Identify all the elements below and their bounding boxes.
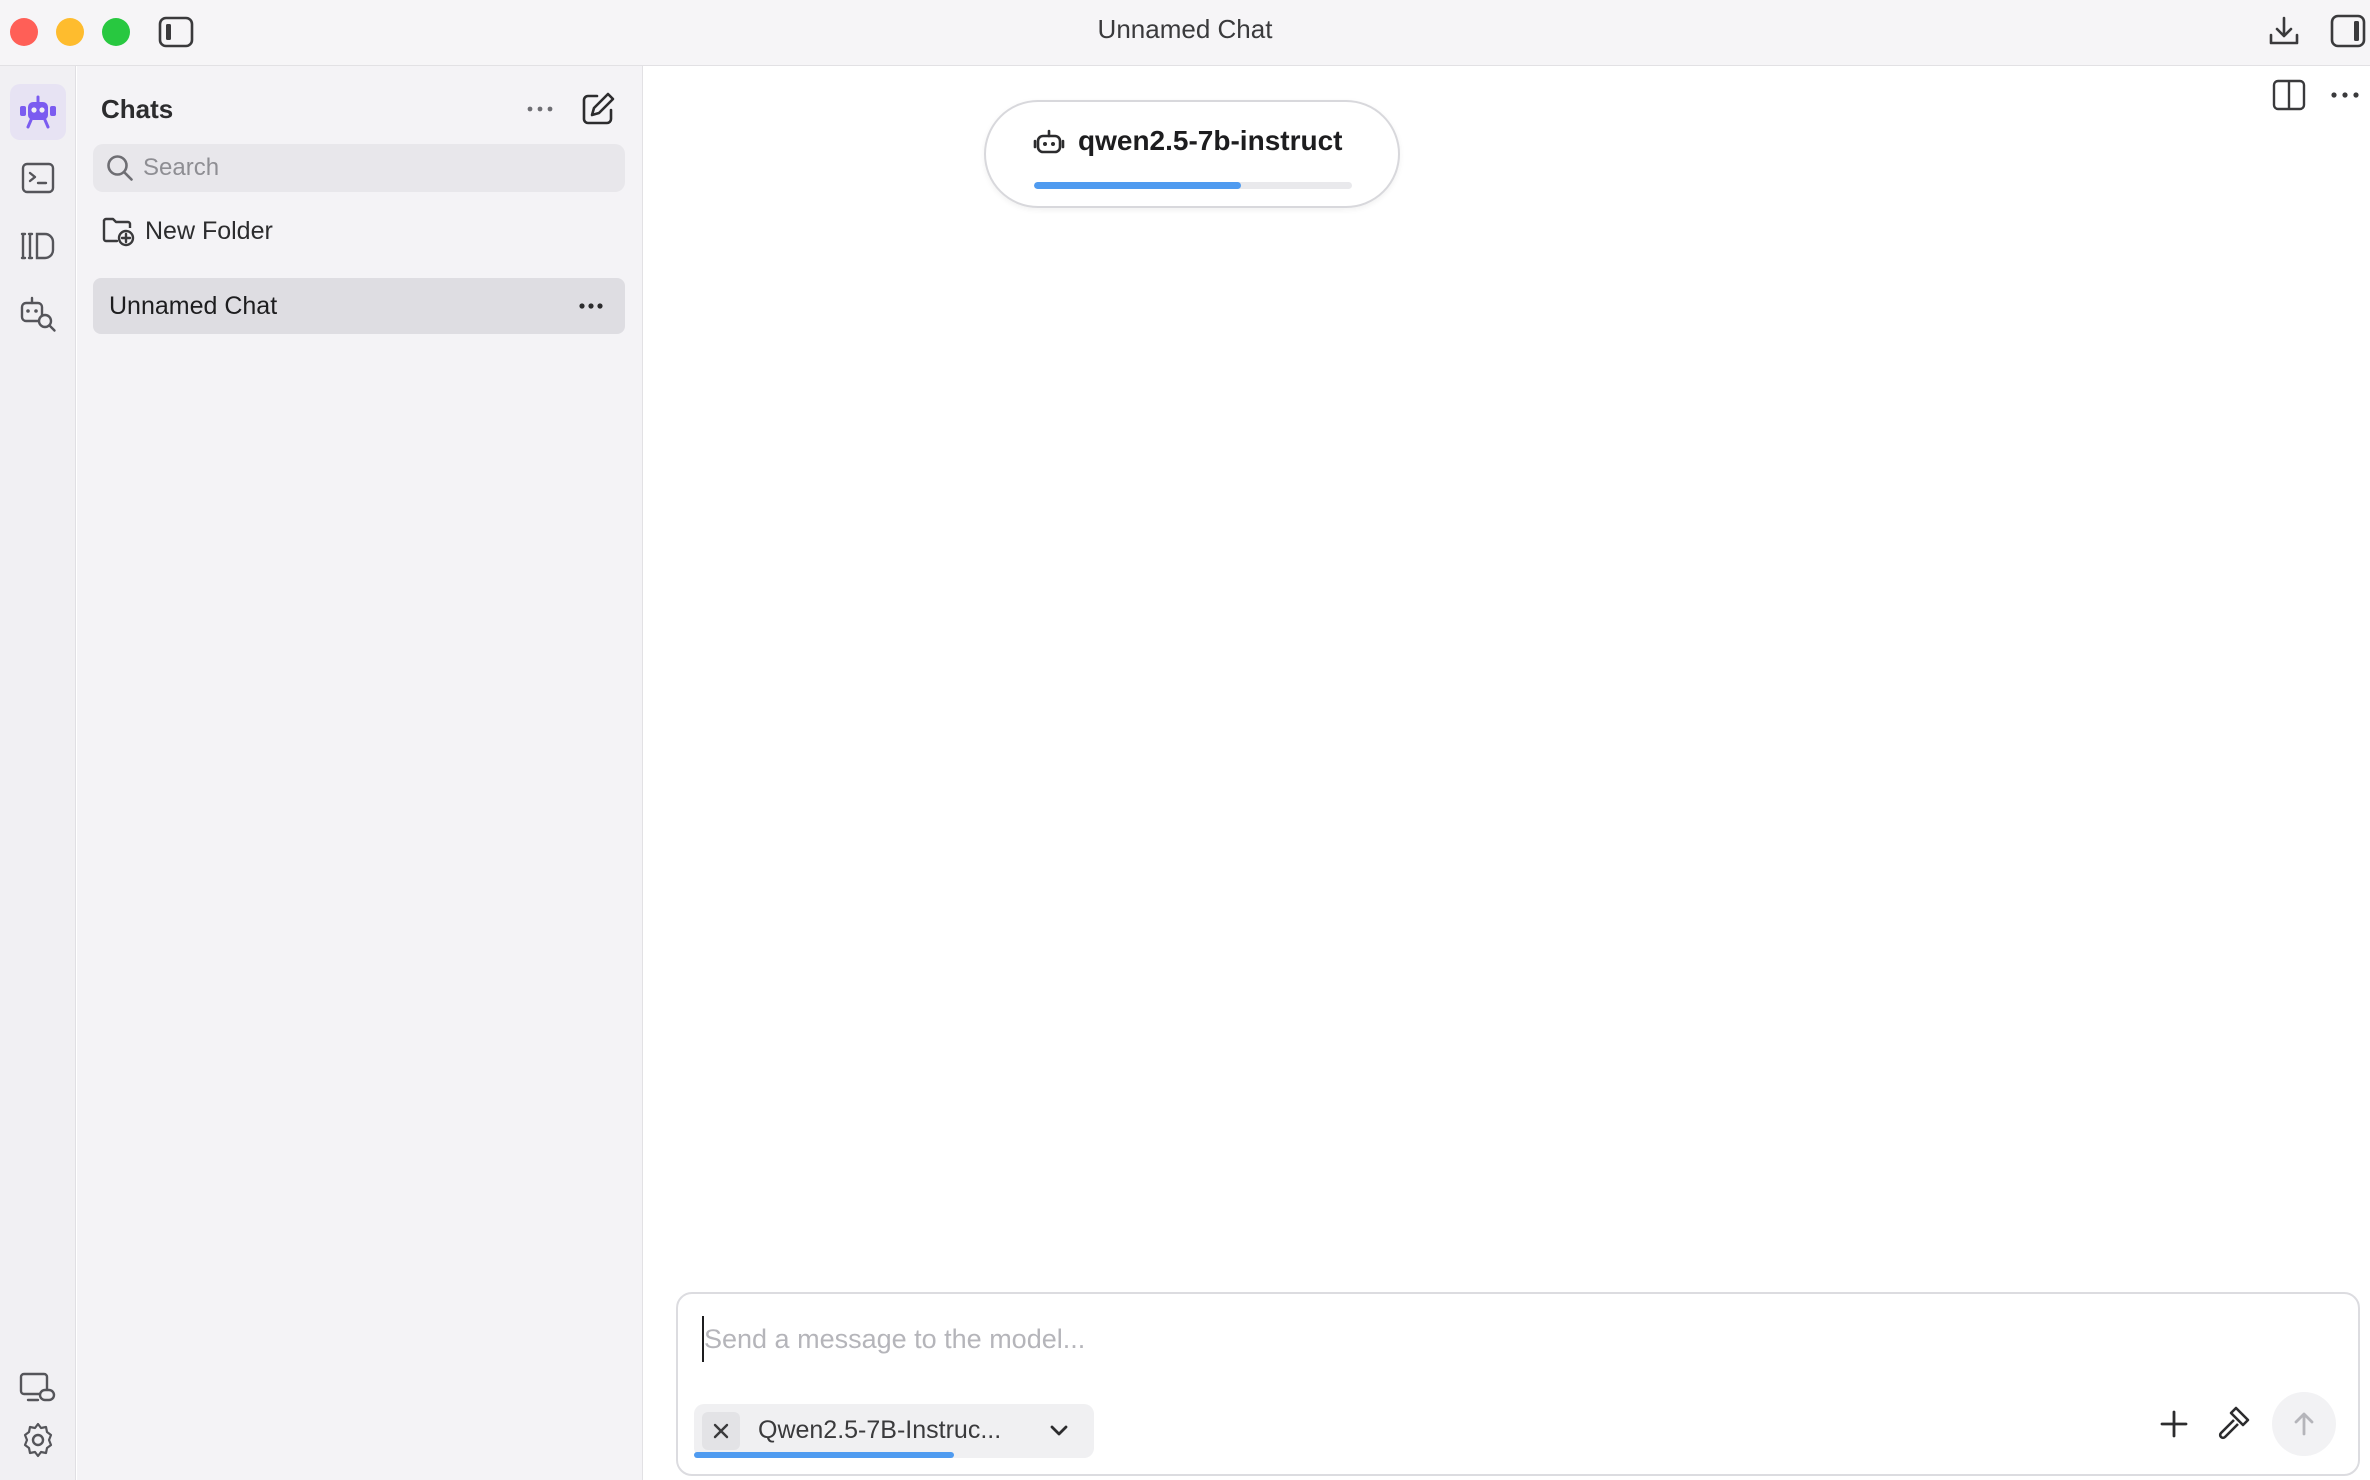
ellipsis-icon <box>579 303 603 309</box>
sidebar-more-button[interactable] <box>520 92 560 126</box>
new-chat-button[interactable] <box>579 90 617 128</box>
plus-icon <box>2154 1404 2194 1444</box>
search-icon <box>105 153 135 183</box>
attach-button[interactable] <box>2154 1404 2194 1444</box>
search-box <box>93 144 625 192</box>
split-view-icon <box>2270 76 2308 114</box>
loaded-model-pill[interactable]: qwen2.5-7b-instruct <box>984 100 1400 208</box>
compose-icon <box>579 90 617 128</box>
rail-item-developer[interactable] <box>10 150 66 206</box>
download-icon[interactable] <box>2266 13 2302 49</box>
model-chip-progress <box>694 1452 1094 1458</box>
close-icon <box>712 1422 730 1440</box>
gear-icon <box>19 1421 57 1459</box>
model-search-icon <box>18 295 58 333</box>
eject-model-button[interactable] <box>702 1412 740 1450</box>
ellipsis-icon <box>527 106 553 112</box>
robot-icon <box>1032 126 1066 160</box>
model-loading-progress <box>1034 182 1352 189</box>
send-button[interactable] <box>2272 1392 2336 1456</box>
new-folder-button[interactable]: New Folder <box>93 206 625 256</box>
model-selector-chip[interactable]: Qwen2.5-7B-Instruc... <box>694 1404 1094 1458</box>
hammer-icon <box>2214 1402 2254 1442</box>
chevron-down-icon[interactable] <box>1044 1416 1074 1446</box>
remote-connect-icon <box>18 1371 58 1405</box>
chat-main-area: qwen2.5-7b-instruct Qwen2.5-7B-Instruc..… <box>644 66 2370 1480</box>
main-more-button[interactable] <box>2326 78 2364 112</box>
model-chip-label: Qwen2.5-7B-Instruc... <box>758 1416 1002 1444</box>
message-composer: Qwen2.5-7B-Instruc... <box>676 1292 2360 1476</box>
terminal-icon <box>21 162 55 194</box>
tools-button[interactable] <box>2214 1402 2254 1442</box>
chat-item-label: Unnamed Chat <box>109 291 278 320</box>
library-icon <box>19 231 57 261</box>
split-view-button[interactable] <box>2270 76 2308 114</box>
search-input[interactable] <box>143 144 613 192</box>
rail-item-library[interactable] <box>10 218 66 274</box>
activity-rail <box>0 66 76 1480</box>
model-name: qwen2.5-7b-instruct <box>1078 125 1343 156</box>
sidebar-title: Chats <box>101 94 174 124</box>
rail-item-chat[interactable] <box>10 84 66 140</box>
chats-sidebar: Chats New Folder Unnamed Chat <box>77 66 643 1480</box>
assistant-robot-icon <box>18 94 58 130</box>
model-loading-progress-fill <box>1034 182 1241 189</box>
chat-list-item[interactable]: Unnamed Chat <box>93 278 625 334</box>
title-bar: Unnamed Chat <box>0 0 2370 66</box>
ellipsis-icon <box>2331 92 2359 98</box>
window-title: Unnamed Chat <box>1097 14 1273 44</box>
rail-item-discover[interactable] <box>10 286 66 342</box>
new-folder-icon <box>101 214 135 248</box>
rail-item-remote[interactable] <box>10 1360 66 1416</box>
arrow-up-icon <box>2290 1410 2318 1438</box>
right-panel-icon[interactable] <box>2330 14 2366 48</box>
model-chip-progress-fill <box>694 1452 954 1458</box>
rail-item-settings[interactable] <box>10 1412 66 1468</box>
new-folder-label: New Folder <box>145 216 273 245</box>
message-input[interactable] <box>702 1316 2322 1362</box>
chat-item-more-button[interactable] <box>571 286 611 326</box>
